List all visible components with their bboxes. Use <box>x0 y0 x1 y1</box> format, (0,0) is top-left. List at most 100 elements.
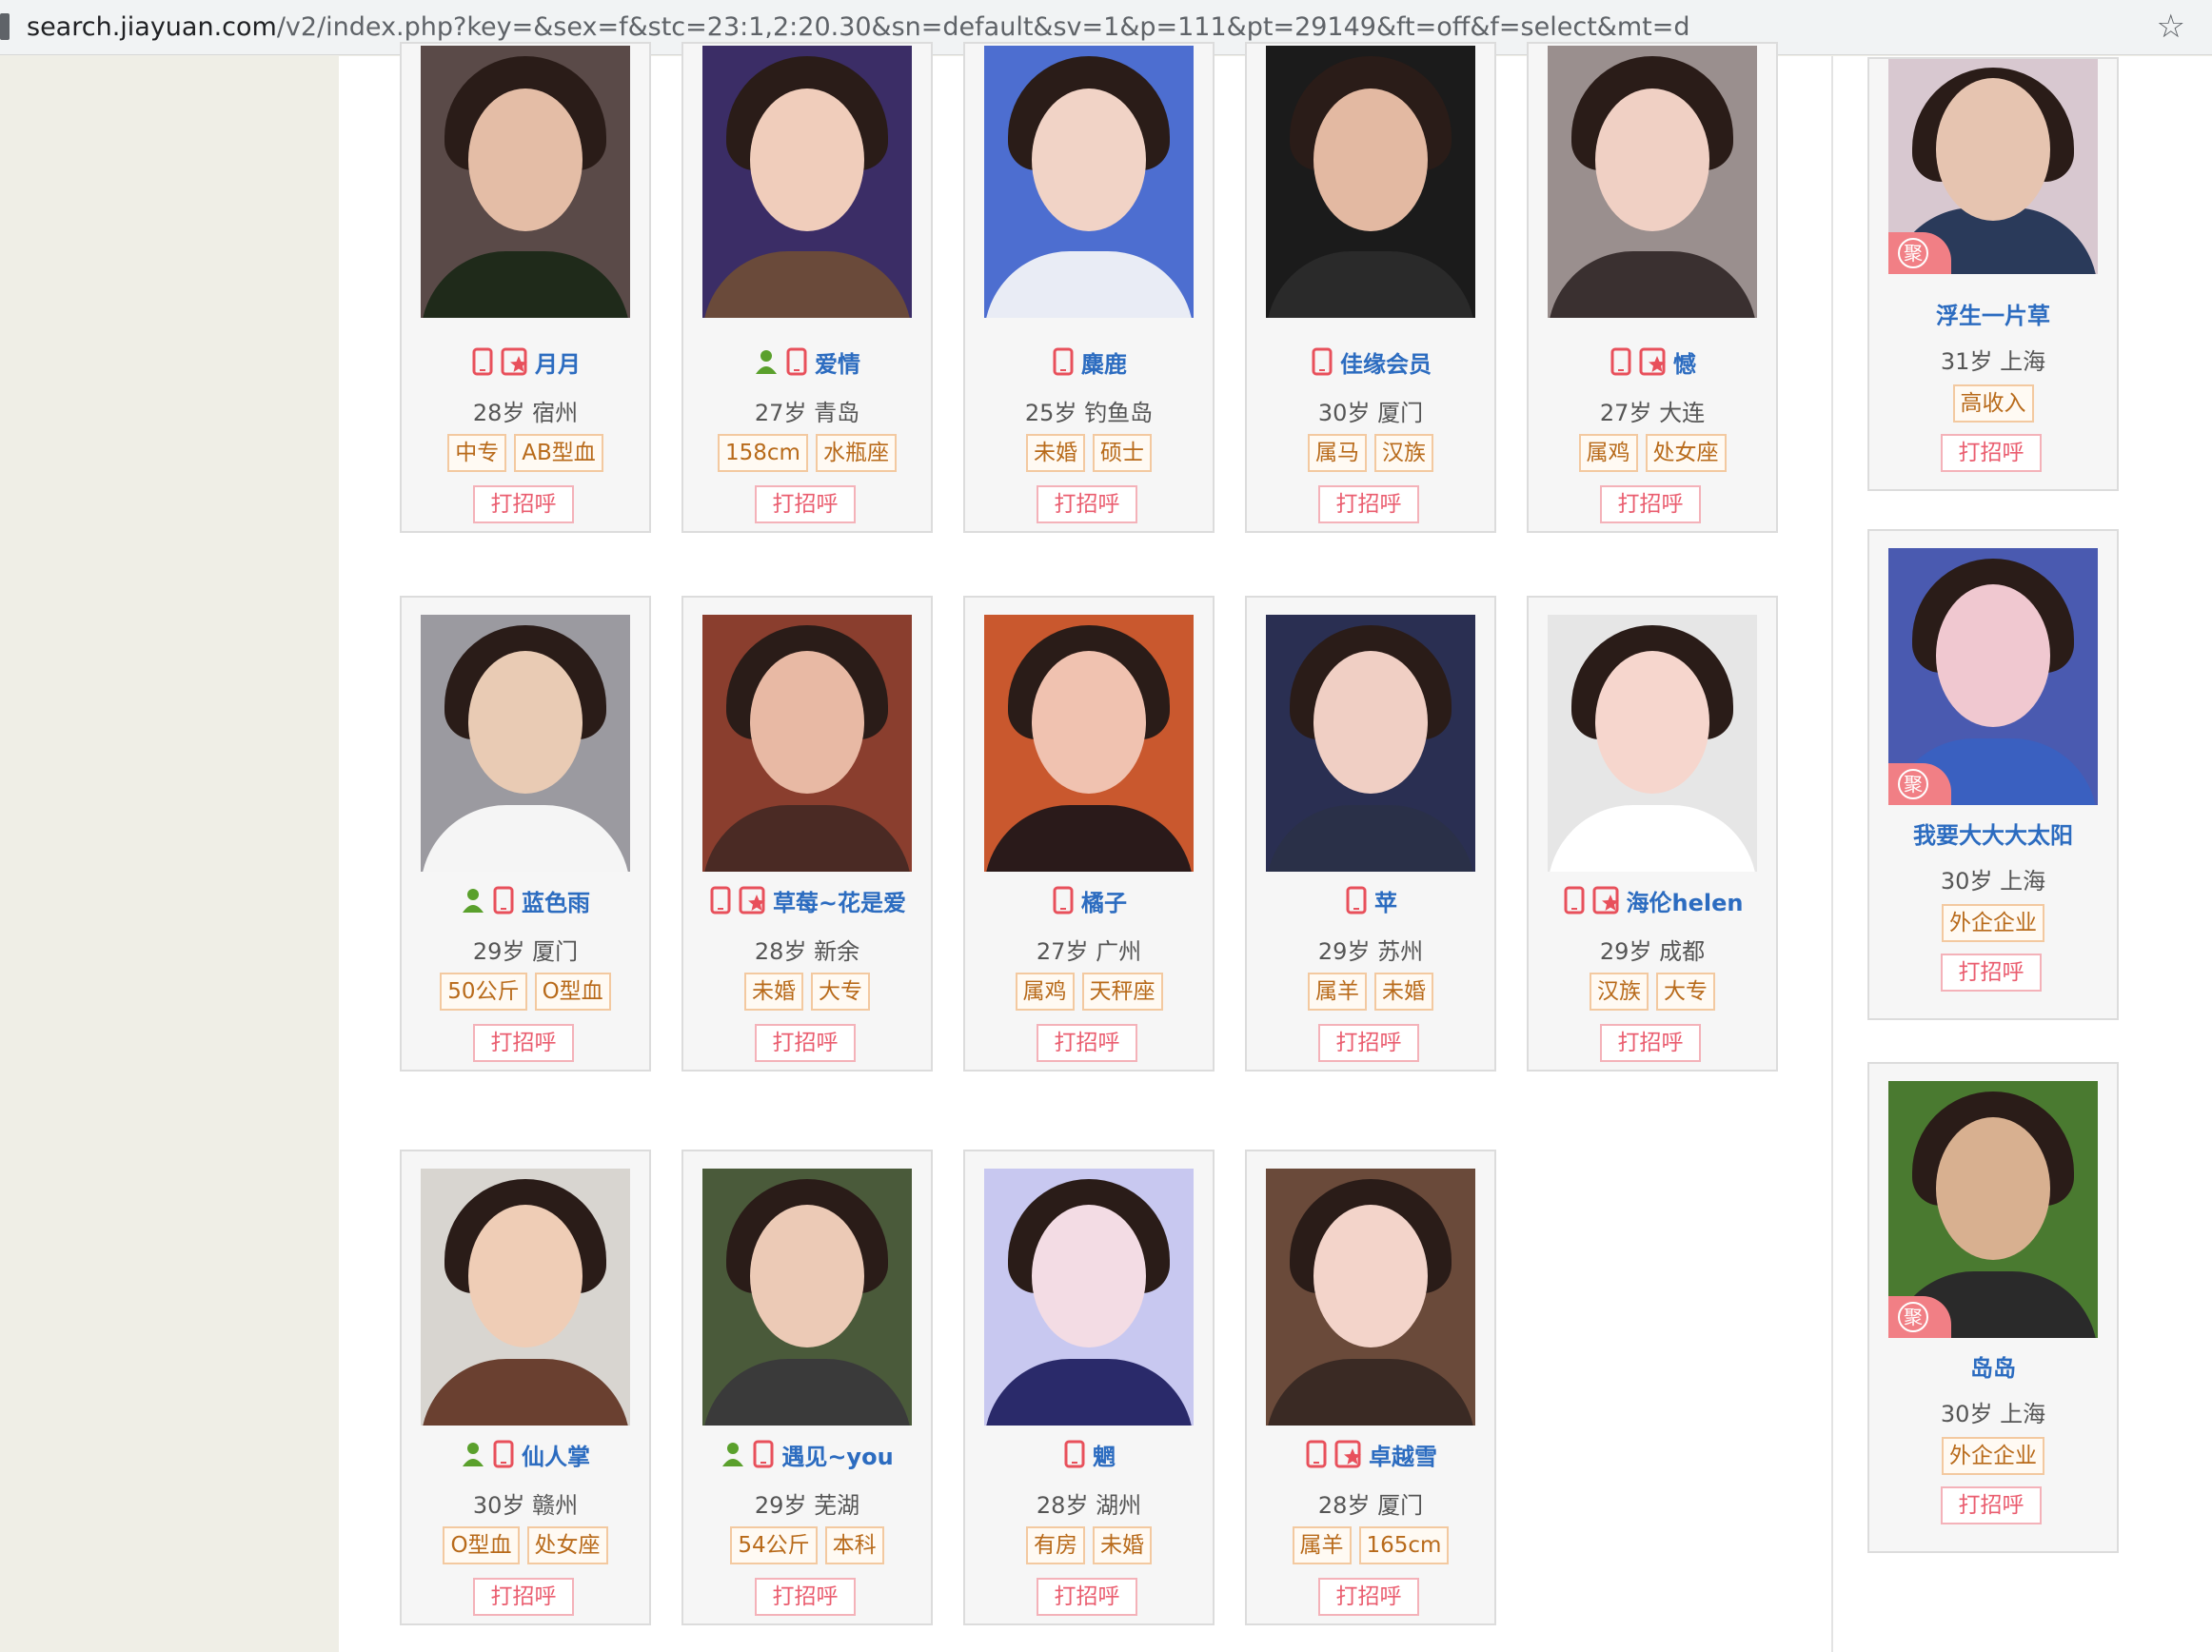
bookmark-star-icon[interactable]: ☆ <box>2157 8 2185 46</box>
lock-icon <box>0 13 10 40</box>
say-hi-button[interactable]: 打招呼 <box>473 485 574 523</box>
profile-card[interactable]: 憾 27岁 大连 属鸡 处女座 打招呼 <box>1527 42 1778 533</box>
profile-name-link[interactable]: 麋鹿 <box>1081 345 1127 379</box>
profile-tag: 外企企业 <box>1942 904 2044 942</box>
profile-photo[interactable] <box>421 1169 630 1426</box>
side-profile-card[interactable]: 聚 我要大大大太阳 30岁 上海 外企企业 打招呼 <box>1867 529 2119 1020</box>
mobile-verified-icon <box>710 886 731 914</box>
profile-age-city: 28岁 湖州 <box>1036 1492 1142 1519</box>
say-hi-button[interactable]: 打招呼 <box>755 1578 856 1616</box>
profile-card[interactable]: 爱情 27岁 青岛 158cm 水瓶座 打招呼 <box>681 42 933 533</box>
profile-name-link[interactable]: 月月 <box>535 345 581 379</box>
profile-name-link[interactable]: 仙人掌 <box>522 1438 590 1471</box>
profile-card[interactable]: 佳缘会员 30岁 厦门 属马 汉族 打招呼 <box>1245 42 1496 533</box>
profile-card[interactable]: 苹 29岁 苏州 属羊 未婚 打招呼 <box>1245 596 1496 1072</box>
profile-name-link[interactable]: 遇见~you <box>781 1438 893 1471</box>
profile-name-line: 魍 <box>965 1437 1213 1471</box>
profile-age-city: 31岁 上海 <box>1940 348 2046 375</box>
profile-name-link[interactable]: 浮生一片草 <box>1869 297 2117 330</box>
profile-tag: 天秤座 <box>1081 973 1163 1011</box>
profile-tags: 158cm 水瓶座 <box>683 434 931 472</box>
profile-photo[interactable]: 聚 <box>1888 548 2098 805</box>
profile-photo[interactable] <box>984 46 1194 318</box>
profile-card[interactable]: 月月 28岁 宿州 中专 AB型血 打招呼 <box>400 42 651 533</box>
say-hi-button[interactable]: 打招呼 <box>1318 485 1419 523</box>
profile-photo[interactable]: 聚 <box>1888 1081 2098 1338</box>
say-hi-button[interactable]: 打招呼 <box>755 1024 856 1062</box>
say-hi-button[interactable]: 打招呼 <box>1318 1024 1419 1062</box>
profile-name-link[interactable]: 卓越雪 <box>1369 1438 1437 1471</box>
say-hi-button[interactable]: 打招呼 <box>755 485 856 523</box>
profile-photo[interactable]: 聚 <box>1888 59 2098 274</box>
profile-name-link[interactable]: 佳缘会员 <box>1340 345 1432 379</box>
profile-card[interactable]: 橘子 27岁 广州 属鸡 天秤座 打招呼 <box>963 596 1215 1072</box>
profile-photo[interactable] <box>1548 615 1757 872</box>
profile-name-link[interactable]: 魍 <box>1093 1438 1116 1471</box>
profile-age-city: 30岁 上海 <box>1940 1401 2046 1427</box>
profile-tag: 处女座 <box>526 1526 608 1564</box>
identity-verified-icon <box>463 1443 484 1466</box>
profile-tags: 54公斤 本科 <box>683 1526 931 1564</box>
say-hi-button[interactable]: 打招呼 <box>473 1024 574 1062</box>
profile-tag: 未婚 <box>1026 434 1085 472</box>
profile-card[interactable]: 麋鹿 25岁 钓鱼岛 未婚 硕士 打招呼 <box>963 42 1215 533</box>
say-hi-button[interactable]: 打招呼 <box>1600 1024 1701 1062</box>
profile-photo[interactable] <box>421 46 630 318</box>
profile-name-link[interactable]: 爱情 <box>815 345 860 379</box>
say-hi-button[interactable]: 打招呼 <box>1037 1578 1137 1616</box>
profile-tag: 属马 <box>1308 434 1367 472</box>
side-profile-card[interactable]: 聚 岛岛 30岁 上海 外企企业 打招呼 <box>1867 1062 2119 1553</box>
say-hi-button[interactable]: 打招呼 <box>1037 485 1137 523</box>
mobile-verified-icon <box>753 1440 774 1468</box>
side-profile-card[interactable]: 聚 浮生一片草 31岁 上海 高收入 打招呼 <box>1867 57 2119 491</box>
profile-name-link[interactable]: 海伦helen <box>1627 884 1744 917</box>
profile-card[interactable]: 仙人掌 30岁 赣州 O型血 处女座 打招呼 <box>400 1150 651 1625</box>
mobile-verified-icon <box>1346 886 1367 914</box>
mobile-verified-icon <box>1053 347 1074 376</box>
profile-photo[interactable] <box>1266 46 1475 318</box>
profile-name-link[interactable]: 苹 <box>1374 884 1397 917</box>
say-hi-button[interactable]: 打招呼 <box>1941 434 2042 472</box>
profile-photo[interactable] <box>984 1169 1194 1426</box>
profile-name-link[interactable]: 我要大大大太阳 <box>1869 816 2117 850</box>
profile-name-link[interactable]: 草莓~花是爱 <box>773 884 906 917</box>
say-hi-button[interactable]: 打招呼 <box>1037 1024 1137 1062</box>
profile-card[interactable]: 草莓~花是爱 28岁 新余 未婚 大专 打招呼 <box>681 596 933 1072</box>
profile-card[interactable]: 卓越雪 28岁 厦门 属羊 165cm 打招呼 <box>1245 1150 1496 1625</box>
profile-card[interactable]: 遇见~you 29岁 芜湖 54公斤 本科 打招呼 <box>681 1150 933 1625</box>
profile-name-link[interactable]: 岛岛 <box>1869 1349 2117 1383</box>
profile-photo[interactable] <box>421 615 630 872</box>
profile-photo[interactable] <box>984 615 1194 872</box>
mobile-verified-icon <box>1064 1440 1085 1468</box>
mobile-verified-icon <box>493 1440 514 1468</box>
say-hi-button[interactable]: 打招呼 <box>1941 1486 2042 1524</box>
profile-photo[interactable] <box>702 46 912 318</box>
profile-photo[interactable] <box>702 615 912 872</box>
profile-name-link[interactable]: 憾 <box>1673 345 1696 379</box>
say-hi-button[interactable]: 打招呼 <box>1941 954 2042 992</box>
profile-tags: 中专 AB型血 <box>402 434 649 472</box>
profile-photo[interactable] <box>1266 615 1475 872</box>
profile-age-city: 28岁 新余 <box>754 938 860 965</box>
profile-card[interactable]: 魍 28岁 湖州 有房 未婚 打招呼 <box>963 1150 1215 1625</box>
profile-photo[interactable] <box>1266 1169 1475 1426</box>
profile-tags: 属鸡 天秤座 <box>965 973 1213 1011</box>
profile-tag: 高收入 <box>1952 384 2034 423</box>
mobile-verified-icon <box>1312 347 1333 376</box>
mobile-verified-icon <box>1564 886 1585 914</box>
profile-photo[interactable] <box>1548 46 1757 318</box>
profile-tag: 未婚 <box>1374 973 1433 1011</box>
profile-name-link[interactable]: 蓝色雨 <box>522 884 590 917</box>
profile-card[interactable]: 海伦helen 29岁 成都 汉族 大专 打招呼 <box>1527 596 1778 1072</box>
say-hi-button[interactable]: 打招呼 <box>1600 485 1701 523</box>
profile-tag: 大专 <box>1656 973 1715 1011</box>
profile-card[interactable]: 蓝色雨 29岁 厦门 50公斤 O型血 打招呼 <box>400 596 651 1072</box>
gathering-badge-label: 聚 <box>1898 238 1928 268</box>
profile-name-link[interactable]: 橘子 <box>1081 884 1127 917</box>
say-hi-button[interactable]: 打招呼 <box>1318 1578 1419 1616</box>
say-hi-button[interactable]: 打招呼 <box>473 1578 574 1616</box>
profile-tag: 165cm <box>1358 1526 1450 1564</box>
url-text[interactable]: search.jiayuan.com/v2/index.php?key=&sex… <box>27 10 1690 46</box>
profile-photo[interactable] <box>702 1169 912 1426</box>
profile-tags: 50公斤 O型血 <box>402 973 649 1011</box>
